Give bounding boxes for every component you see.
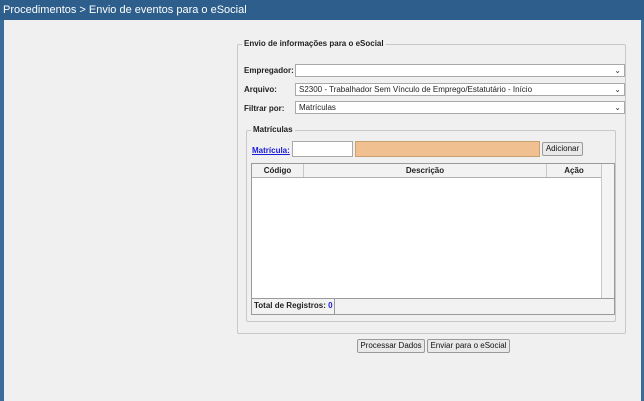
chevron-down-icon: ⌄: [614, 85, 621, 94]
empregador-label: Empregador:: [244, 66, 294, 75]
footer-divider: [334, 299, 335, 314]
total-label: Total de Registros:: [254, 301, 326, 310]
empregador-select[interactable]: ⌄: [295, 64, 625, 77]
chevron-down-icon: ⌄: [614, 66, 621, 75]
matricula-description-field: [355, 141, 540, 157]
column-header-acao: Ação: [564, 166, 584, 175]
processar-dados-button[interactable]: Processar Dados: [357, 339, 425, 353]
matriculas-table: Código Descrição Ação Total de Registros…: [251, 163, 615, 315]
chevron-down-icon: ⌄: [614, 103, 621, 112]
matricula-link[interactable]: Matrícula:: [252, 146, 290, 155]
filtrar-label: Filtrar por:: [244, 104, 285, 113]
matricula-input[interactable]: [292, 141, 353, 157]
filtrar-value: Matrículas: [299, 103, 336, 112]
page-title-bar: Procedimentos > Envio de eventos para o …: [0, 0, 644, 20]
column-header-codigo: Código: [252, 164, 304, 177]
arquivo-value: S2300 - Trabalhador Sem Vínculo de Empre…: [299, 85, 533, 94]
frame-left-border: [0, 20, 4, 401]
arquivo-label: Arquivo:: [244, 85, 277, 94]
adicionar-button[interactable]: Adicionar: [542, 142, 583, 156]
total-count: 0: [328, 301, 333, 310]
filtrar-select[interactable]: Matrículas ⌄: [295, 101, 625, 114]
table-scrollbar[interactable]: [601, 164, 614, 299]
page-title: Procedimentos > Envio de eventos para o …: [3, 4, 247, 16]
enviar-esocial-button[interactable]: Enviar para o eSocial: [427, 339, 510, 353]
table-footer: Total de Registros: 0: [252, 298, 614, 314]
form-legend: Envio de informações para o eSocial: [242, 39, 386, 48]
column-header-descricao: Descrição: [304, 164, 547, 177]
matriculas-legend: Matrículas: [251, 125, 295, 134]
arquivo-select[interactable]: S2300 - Trabalhador Sem Vínculo de Empre…: [295, 83, 625, 96]
table-header: Código Descrição Ação: [252, 164, 601, 178]
